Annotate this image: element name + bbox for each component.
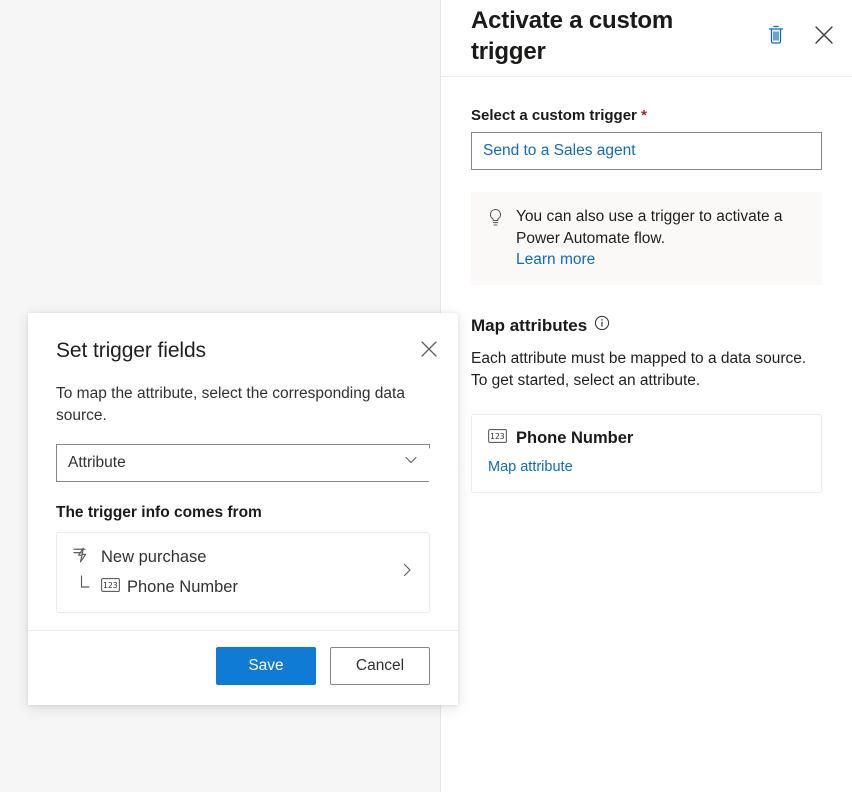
tree-branch-connector [78,575,94,600]
attribute-header-row: 123 Phone Number [488,429,805,448]
trigger-source-item[interactable]: New purchase 123 [56,532,430,613]
header-actions [760,20,840,52]
close-icon [813,24,835,49]
app-root: Activate a custom trigger [0,0,852,792]
activate-trigger-panel: Activate a custom trigger [440,0,852,792]
map-attributes-heading: Map attributes [471,315,822,336]
custom-trigger-select[interactable]: Send to a Sales agent [471,132,822,170]
cancel-button[interactable]: Cancel [330,647,430,685]
panel-header: Activate a custom trigger [441,0,852,77]
svg-text:123: 123 [490,432,505,441]
attribute-dropdown[interactable]: Attribute [56,444,430,482]
trigger-field-label: Select a custom trigger * [471,107,822,124]
map-attributes-heading-text: Map attributes [471,316,587,336]
trigger-source-name: New purchase [101,548,206,567]
map-attributes-description: Each attribute must be mapped to a data … [471,348,822,392]
panel-body: Select a custom trigger * Send to a Sale… [441,77,852,493]
trigger-source-child-row: 123 Phone Number [71,575,238,600]
info-card-content: You can also use a trigger to activate a… [516,206,806,269]
dialog-close-button[interactable] [414,335,444,365]
attribute-card[interactable]: 123 Phone Number Map attribute [471,414,822,493]
chevron-right-icon [399,562,415,583]
lightbulb-icon [487,206,504,269]
trigger-source-content: New purchase 123 [71,545,238,600]
learn-more-link[interactable]: Learn more [516,251,806,269]
trigger-source-child-name: Phone Number [127,578,238,597]
dialog-footer: Save Cancel [28,630,458,705]
chevron-down-icon [403,452,419,473]
required-marker: * [641,107,647,124]
power-automate-info-card: You can also use a trigger to activate a… [471,192,822,285]
page-title: Activate a custom trigger [471,5,721,67]
dialog-description: To map the attribute, select the corresp… [56,383,430,428]
trigger-source-label: The trigger info comes from [56,504,430,522]
custom-trigger-select-value: Send to a Sales agent [483,142,636,160]
number-123-icon: 123 [101,578,120,597]
trigger-source-parent-row: New purchase [71,545,238,570]
attribute-name: Phone Number [516,429,633,448]
dialog-body: Set trigger fields To map the attribute,… [28,313,458,613]
svg-text:123: 123 [103,581,118,590]
attribute-dropdown-value: Attribute [68,454,126,472]
close-icon [420,340,438,361]
info-card-text: You can also use a trigger to activate a… [516,206,806,250]
dialog-title: Set trigger fields [56,339,430,363]
info-circle-icon[interactable] [594,315,610,336]
set-trigger-fields-dialog: Set trigger fields To map the attribute,… [28,313,458,705]
close-button[interactable] [808,20,840,52]
number-123-icon: 123 [488,429,507,448]
map-attribute-link[interactable]: Map attribute [488,459,573,475]
trigger-field-label-text: Select a custom trigger [471,107,637,124]
trigger-flow-icon [71,545,91,570]
trash-icon [766,24,786,48]
save-button[interactable]: Save [216,647,316,685]
delete-button[interactable] [760,20,792,52]
